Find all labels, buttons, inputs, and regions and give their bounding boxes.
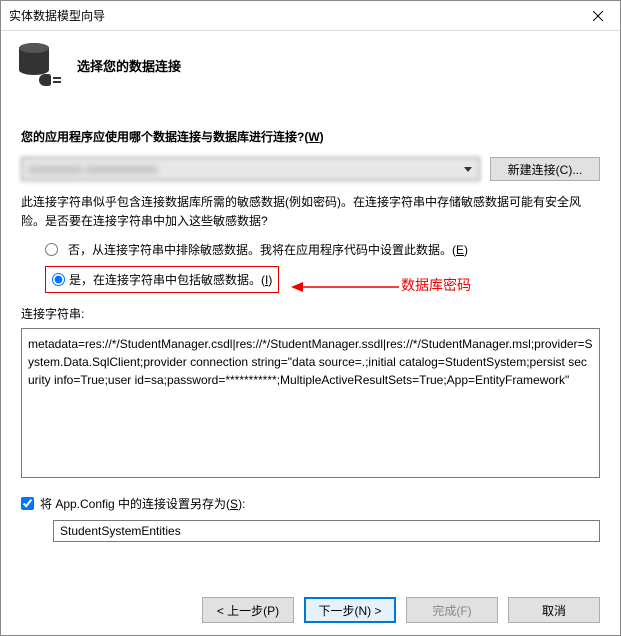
radio-exclude-sensitive[interactable]: 否，从连接字符串中排除敏感数据。我将在应用程序代码中设置此数据。(E) <box>45 241 600 258</box>
connection-dropdown[interactable]: xxxxxxxxx xxxxxxxxxxxx <box>21 157 480 181</box>
database-icon <box>19 43 59 88</box>
radio-exclude-input[interactable] <box>45 243 58 256</box>
cancel-button[interactable]: 取消 <box>508 597 600 623</box>
annotation-text: 数据库密码 <box>401 275 471 295</box>
window-title: 实体数据模型向导 <box>9 7 105 24</box>
arrow-icon <box>291 277 401 297</box>
question-label: 您的应用程序应使用哪个数据连接与数据库进行连接?(W) <box>21 128 600 145</box>
new-connection-button[interactable]: 新建连接(C)... <box>490 157 600 181</box>
wizard-header: 选择您的数据连接 <box>1 31 620 100</box>
save-config-checkbox-input[interactable] <box>21 497 34 510</box>
entity-name-input[interactable] <box>53 520 600 542</box>
next-button[interactable]: 下一步(N) > <box>304 597 396 623</box>
finish-button: 完成(F) <box>406 597 498 623</box>
close-button[interactable] <box>575 1 620 31</box>
warning-text: 此连接字符串似乎包含连接数据库所需的敏感数据(例如密码)。在连接字符串中存储敏感… <box>21 193 600 231</box>
previous-button[interactable]: < 上一步(P) <box>202 597 294 623</box>
radio-include-sensitive[interactable]: 是，在连接字符串中包括敏感数据。(I) <box>45 266 279 293</box>
titlebar: 实体数据模型向导 <box>1 1 620 31</box>
save-config-checkbox[interactable]: 将 App.Config 中的连接设置另存为(S): <box>21 495 600 512</box>
close-icon <box>593 11 603 21</box>
conn-string-label: 连接字符串: <box>21 305 600 322</box>
connection-string-textarea[interactable] <box>21 328 600 478</box>
radio-include-input[interactable] <box>52 273 65 286</box>
header-title: 选择您的数据连接 <box>77 56 181 75</box>
